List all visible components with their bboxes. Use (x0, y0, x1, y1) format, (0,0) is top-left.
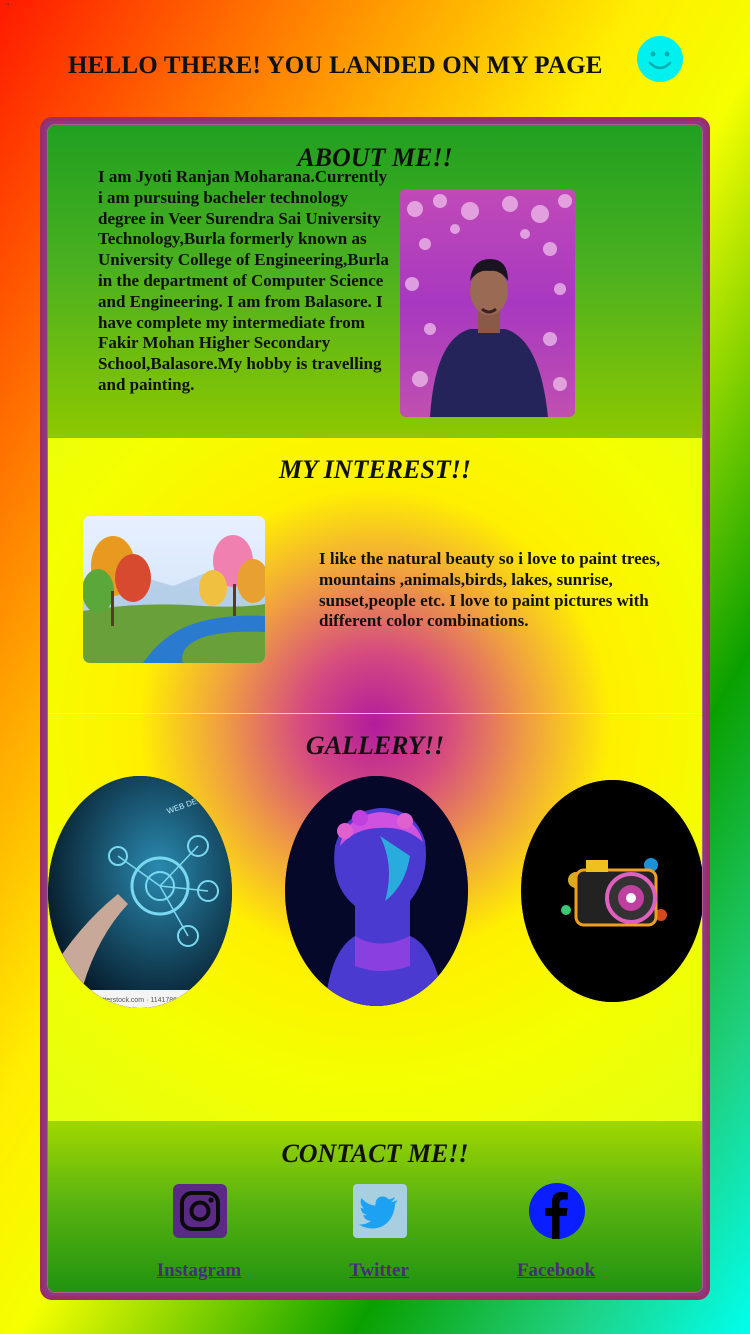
site-header: HELLO THERE! YOU LANDED ON MY PAGE (0, 34, 750, 104)
contact-facebook[interactable]: Facebook (486, 1183, 626, 1283)
interest-text: I like the natural beauty so i love to p… (319, 549, 661, 631)
facebook-link[interactable]: Facebook (486, 1260, 626, 1282)
contact-heading: CONTACT ME!! (281, 1139, 469, 1168)
painting-image (83, 516, 265, 663)
twitter-icon[interactable] (352, 1183, 408, 1239)
about-section: ABOUT ME!! I am Jyoti Ranjan Moharana.Cu… (48, 125, 702, 438)
instagram-link[interactable]: Instagram (129, 1260, 269, 1282)
page-title: HELLO THERE! YOU LANDED ON MY PAGE (68, 52, 603, 79)
gallery-image-web-development: shutterstock.com · 1141786471 WEB DEVELO… (48, 776, 232, 1008)
profile-photo (400, 189, 575, 417)
twitter-link[interactable]: Twitter (309, 1260, 449, 1282)
contact-instagram[interactable]: Instagram (129, 1183, 269, 1283)
gallery-image-camera (521, 780, 702, 1002)
contact-twitter[interactable]: Twitter (309, 1183, 449, 1283)
interest-heading: MY INTEREST!! (279, 455, 471, 484)
card-inner: ABOUT ME!! I am Jyoti Ranjan Moharana.Cu… (47, 124, 703, 1293)
facebook-icon[interactable] (529, 1183, 585, 1239)
about-text: I am Jyoti Ranjan Moharana.Currently i a… (98, 167, 389, 394)
section-divider (48, 713, 702, 714)
corner-mark: " (6, 2, 10, 11)
smiley-icon (637, 36, 683, 82)
instagram-icon[interactable] (172, 1183, 228, 1239)
gallery-image-statue (285, 776, 468, 1006)
main-card: ABOUT ME!! I am Jyoti Ranjan Moharana.Cu… (40, 117, 710, 1300)
gallery-heading: GALLERY!! (305, 731, 445, 760)
